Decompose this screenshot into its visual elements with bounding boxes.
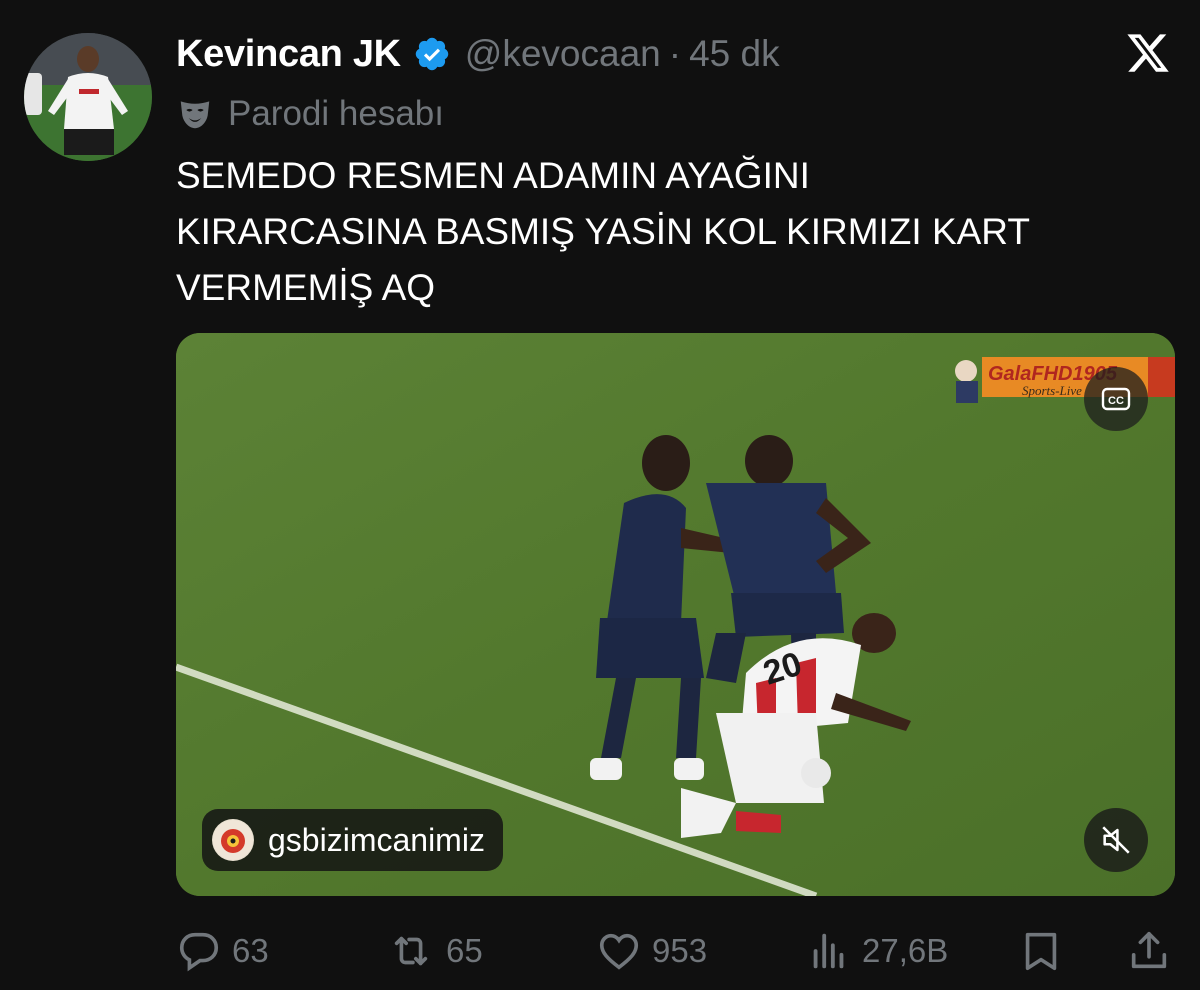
- author-avatar[interactable]: [24, 33, 152, 161]
- tweet-text: SEMEDO RESMEN ADAMIN AYAĞINI KIRARCASINA…: [176, 155, 1030, 308]
- tweet-video[interactable]: 20 GalaFHD1905 Sports-Live CC gsbizimcan…: [176, 333, 1175, 896]
- meta-separator: ·: [668, 33, 682, 74]
- repost-icon: [394, 936, 428, 966]
- views-icon: [813, 933, 844, 969]
- like-icon: [599, 933, 639, 970]
- share-button[interactable]: [1126, 920, 1172, 982]
- avatar-image: [24, 33, 152, 161]
- video-source-attribution[interactable]: gsbizimcanimiz: [202, 809, 503, 871]
- source-handle: gsbizimcanimiz: [268, 821, 485, 858]
- svg-text:CC: CC: [1108, 395, 1124, 407]
- bookmark-icon: [1025, 932, 1057, 971]
- tweet-timestamp[interactable]: 45 dk: [689, 33, 780, 75]
- like-button[interactable]: 953: [596, 920, 707, 982]
- views-count: 27,6B: [862, 932, 949, 969]
- source-avatar: [212, 819, 254, 861]
- reply-count: 63: [232, 932, 269, 969]
- mute-button[interactable]: [1084, 808, 1148, 872]
- captions-button[interactable]: CC: [1084, 367, 1148, 431]
- reply-icon: [179, 932, 219, 972]
- parody-label-text: Parodi hesabı: [228, 94, 444, 133]
- views-button[interactable]: 27,6B: [806, 920, 948, 982]
- verified-icon: [415, 37, 449, 71]
- watermark-sub: Sports-Live: [1022, 383, 1082, 398]
- parody-mask-icon: [180, 101, 210, 129]
- reply-button[interactable]: 63: [176, 920, 269, 982]
- bookmark-button[interactable]: [1018, 920, 1064, 982]
- repost-count: 65: [446, 932, 483, 969]
- like-count: 953: [652, 932, 708, 969]
- mute-icon: [1102, 826, 1130, 854]
- action-bar: 63 65 953 27,6B: [0, 920, 1200, 982]
- x-logo-icon[interactable]: [1124, 30, 1172, 76]
- cc-icon: CC: [1101, 387, 1131, 411]
- author-handle[interactable]: @kevocaan: [465, 33, 661, 75]
- repost-button[interactable]: 65: [386, 920, 483, 982]
- author-name[interactable]: Kevincan JK: [176, 33, 401, 76]
- tweet-header: Kevincan JK @kevocaan · 45 dk: [176, 30, 780, 78]
- share-icon: [1131, 931, 1167, 969]
- parody-label: Parodi hesabı: [176, 92, 444, 136]
